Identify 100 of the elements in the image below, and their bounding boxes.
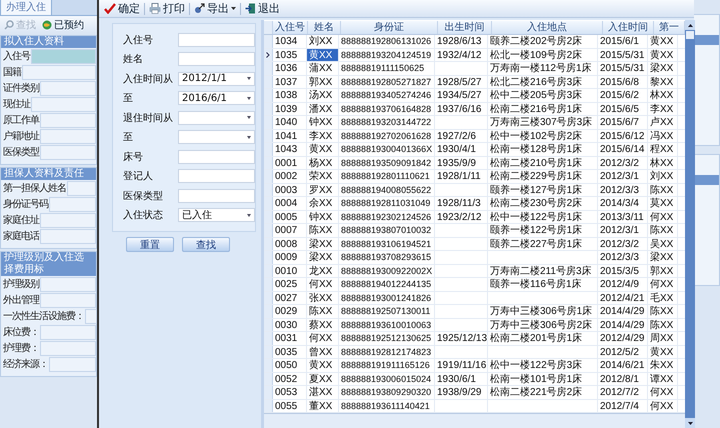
input-field[interactable] xyxy=(178,150,255,164)
input-field[interactable] xyxy=(85,308,97,324)
column-header[interactable]: 身份证 xyxy=(341,21,438,34)
field-label: 护理费： xyxy=(3,342,39,355)
table-cell: 888888191911165126 xyxy=(341,360,430,370)
input-field[interactable] xyxy=(178,32,255,47)
table-cell: 杨XX xyxy=(309,158,332,168)
input-field[interactable] xyxy=(40,212,96,228)
table-cell: 1927/2/6 xyxy=(437,130,476,142)
toolbar-button[interactable]: 打印 xyxy=(147,1,187,16)
toolbar-button[interactable]: 导出 xyxy=(192,1,238,16)
table-cell: 0007 xyxy=(275,225,298,236)
table-cell: 888888193509091842 xyxy=(341,158,432,168)
table-cell: 李XX xyxy=(650,104,674,114)
exit-icon xyxy=(245,3,256,14)
table-cell: 湛XX xyxy=(309,387,332,398)
export-icon xyxy=(194,3,205,14)
field-label: 一次性生活设施费： xyxy=(3,310,84,323)
dropdown-field[interactable]: 2012/1/1 xyxy=(178,72,255,86)
table-cell: 1930/6/1 xyxy=(437,374,476,384)
column-header[interactable]: 姓名 xyxy=(308,21,341,34)
table-cell: 0030 xyxy=(275,320,298,330)
table-cell: 黄XX xyxy=(650,36,674,47)
input-field[interactable] xyxy=(40,228,96,244)
input-field[interactable] xyxy=(40,324,96,340)
dropdown-field[interactable]: 已入住 xyxy=(178,208,255,222)
table-cell: 颐养一楼127号房1床 xyxy=(490,184,582,196)
toolbar-button[interactable]: 已预约 xyxy=(40,18,86,32)
table-cell: 0005 xyxy=(275,212,298,222)
input-field[interactable] xyxy=(31,96,96,112)
table-cell: 松南二楼216号房1床 xyxy=(490,104,582,114)
input-field[interactable] xyxy=(49,356,96,372)
input-field[interactable] xyxy=(31,48,96,64)
action-button[interactable]: 查找 xyxy=(182,237,230,252)
dropdown-field[interactable] xyxy=(178,130,255,144)
scroll-down-button[interactable] xyxy=(685,418,695,428)
column-header[interactable]: 入住时间 xyxy=(603,21,654,34)
input-field[interactable] xyxy=(67,180,96,196)
table-cell: 万寿南一楼112号房1床 xyxy=(490,63,592,74)
input-field[interactable] xyxy=(40,144,96,160)
table-cell: 龙XX xyxy=(309,266,332,276)
table-cell: 陈XX xyxy=(309,225,332,236)
input-field[interactable] xyxy=(40,128,96,144)
table-cell: 程XX xyxy=(650,144,674,155)
table-cell: 1928/5/27 xyxy=(437,76,482,88)
table-cell: 1041 xyxy=(275,130,298,142)
table-cell: 何XX xyxy=(650,212,674,222)
input-field[interactable] xyxy=(40,292,96,308)
column-header[interactable]: 入住号 xyxy=(273,21,308,34)
table-cell: 1919/11/16 xyxy=(437,360,486,371)
action-button[interactable]: 重置 xyxy=(126,237,174,252)
table-cell: 2015/6/5 xyxy=(600,104,639,114)
scroll-thumb[interactable] xyxy=(686,31,694,39)
table-cell: 汤XX xyxy=(309,90,332,101)
table-cell: 888888193610010063 xyxy=(341,320,432,330)
table-cell: 颐养二楼227号房1床 xyxy=(490,238,582,250)
toolbar-button[interactable]: 退出 xyxy=(243,1,282,16)
table-cell: 冯XX xyxy=(650,130,674,142)
field-label: 入住号 xyxy=(3,50,30,63)
field-label: 原工作单 xyxy=(3,114,39,127)
table-cell: 松南二楼221号房2床 xyxy=(490,387,582,398)
input-field[interactable] xyxy=(49,196,96,212)
field-label: 入住时间从 xyxy=(122,72,174,86)
tab[interactable]: 办理入住 xyxy=(0,0,52,15)
table-cell: 陈XX xyxy=(650,184,674,196)
table-cell: 1037 xyxy=(275,76,298,88)
input-field[interactable] xyxy=(40,80,96,96)
table-cell: 888888193706164828 xyxy=(341,104,432,114)
input-field[interactable] xyxy=(178,52,255,66)
scroll-up-button[interactable] xyxy=(685,20,695,30)
dropdown-field[interactable] xyxy=(178,110,255,125)
table-cell: 梁XX xyxy=(650,252,674,263)
column-header[interactable]: 入住地点 xyxy=(492,21,603,34)
table-cell: 1930/4/1 xyxy=(437,144,476,155)
column-header[interactable]: 出生时间 xyxy=(438,21,492,34)
scrollbar[interactable] xyxy=(685,20,695,428)
table-cell: 松中二楼205号房3床 xyxy=(490,90,582,101)
table-cell: 黄XX xyxy=(650,346,674,358)
table-cell: 2015/6/8 xyxy=(600,76,639,88)
input-field[interactable] xyxy=(22,64,96,80)
toolbar-button[interactable]: 确定 xyxy=(102,1,142,16)
dropdown-field[interactable]: 2016/6/1 xyxy=(178,91,255,106)
table-cell: 888888192702061628 xyxy=(341,130,432,140)
table-cell: 松南一楼101号房1床 xyxy=(490,374,582,384)
input-field[interactable] xyxy=(178,188,255,203)
input-field[interactable] xyxy=(178,169,255,184)
field-label: 床号 xyxy=(122,150,144,164)
table-cell: 888888192801110621 xyxy=(341,171,430,181)
table-cell: 万寿南三楼307号房3床 xyxy=(490,117,592,128)
field-label: 现住址 xyxy=(3,98,30,111)
field-label: 第一担保人姓名 xyxy=(3,182,66,195)
table-cell: 2014/6/21 xyxy=(600,360,644,371)
printer-icon xyxy=(149,3,161,14)
table-cell: 蒲XX xyxy=(309,63,332,74)
input-field[interactable] xyxy=(40,112,96,128)
input-field[interactable] xyxy=(40,340,96,356)
table-cell: 陈XX xyxy=(650,225,674,236)
input-field[interactable] xyxy=(40,276,96,292)
table-cell: 吴XX xyxy=(650,238,674,250)
table-cell: 0004 xyxy=(275,198,298,209)
